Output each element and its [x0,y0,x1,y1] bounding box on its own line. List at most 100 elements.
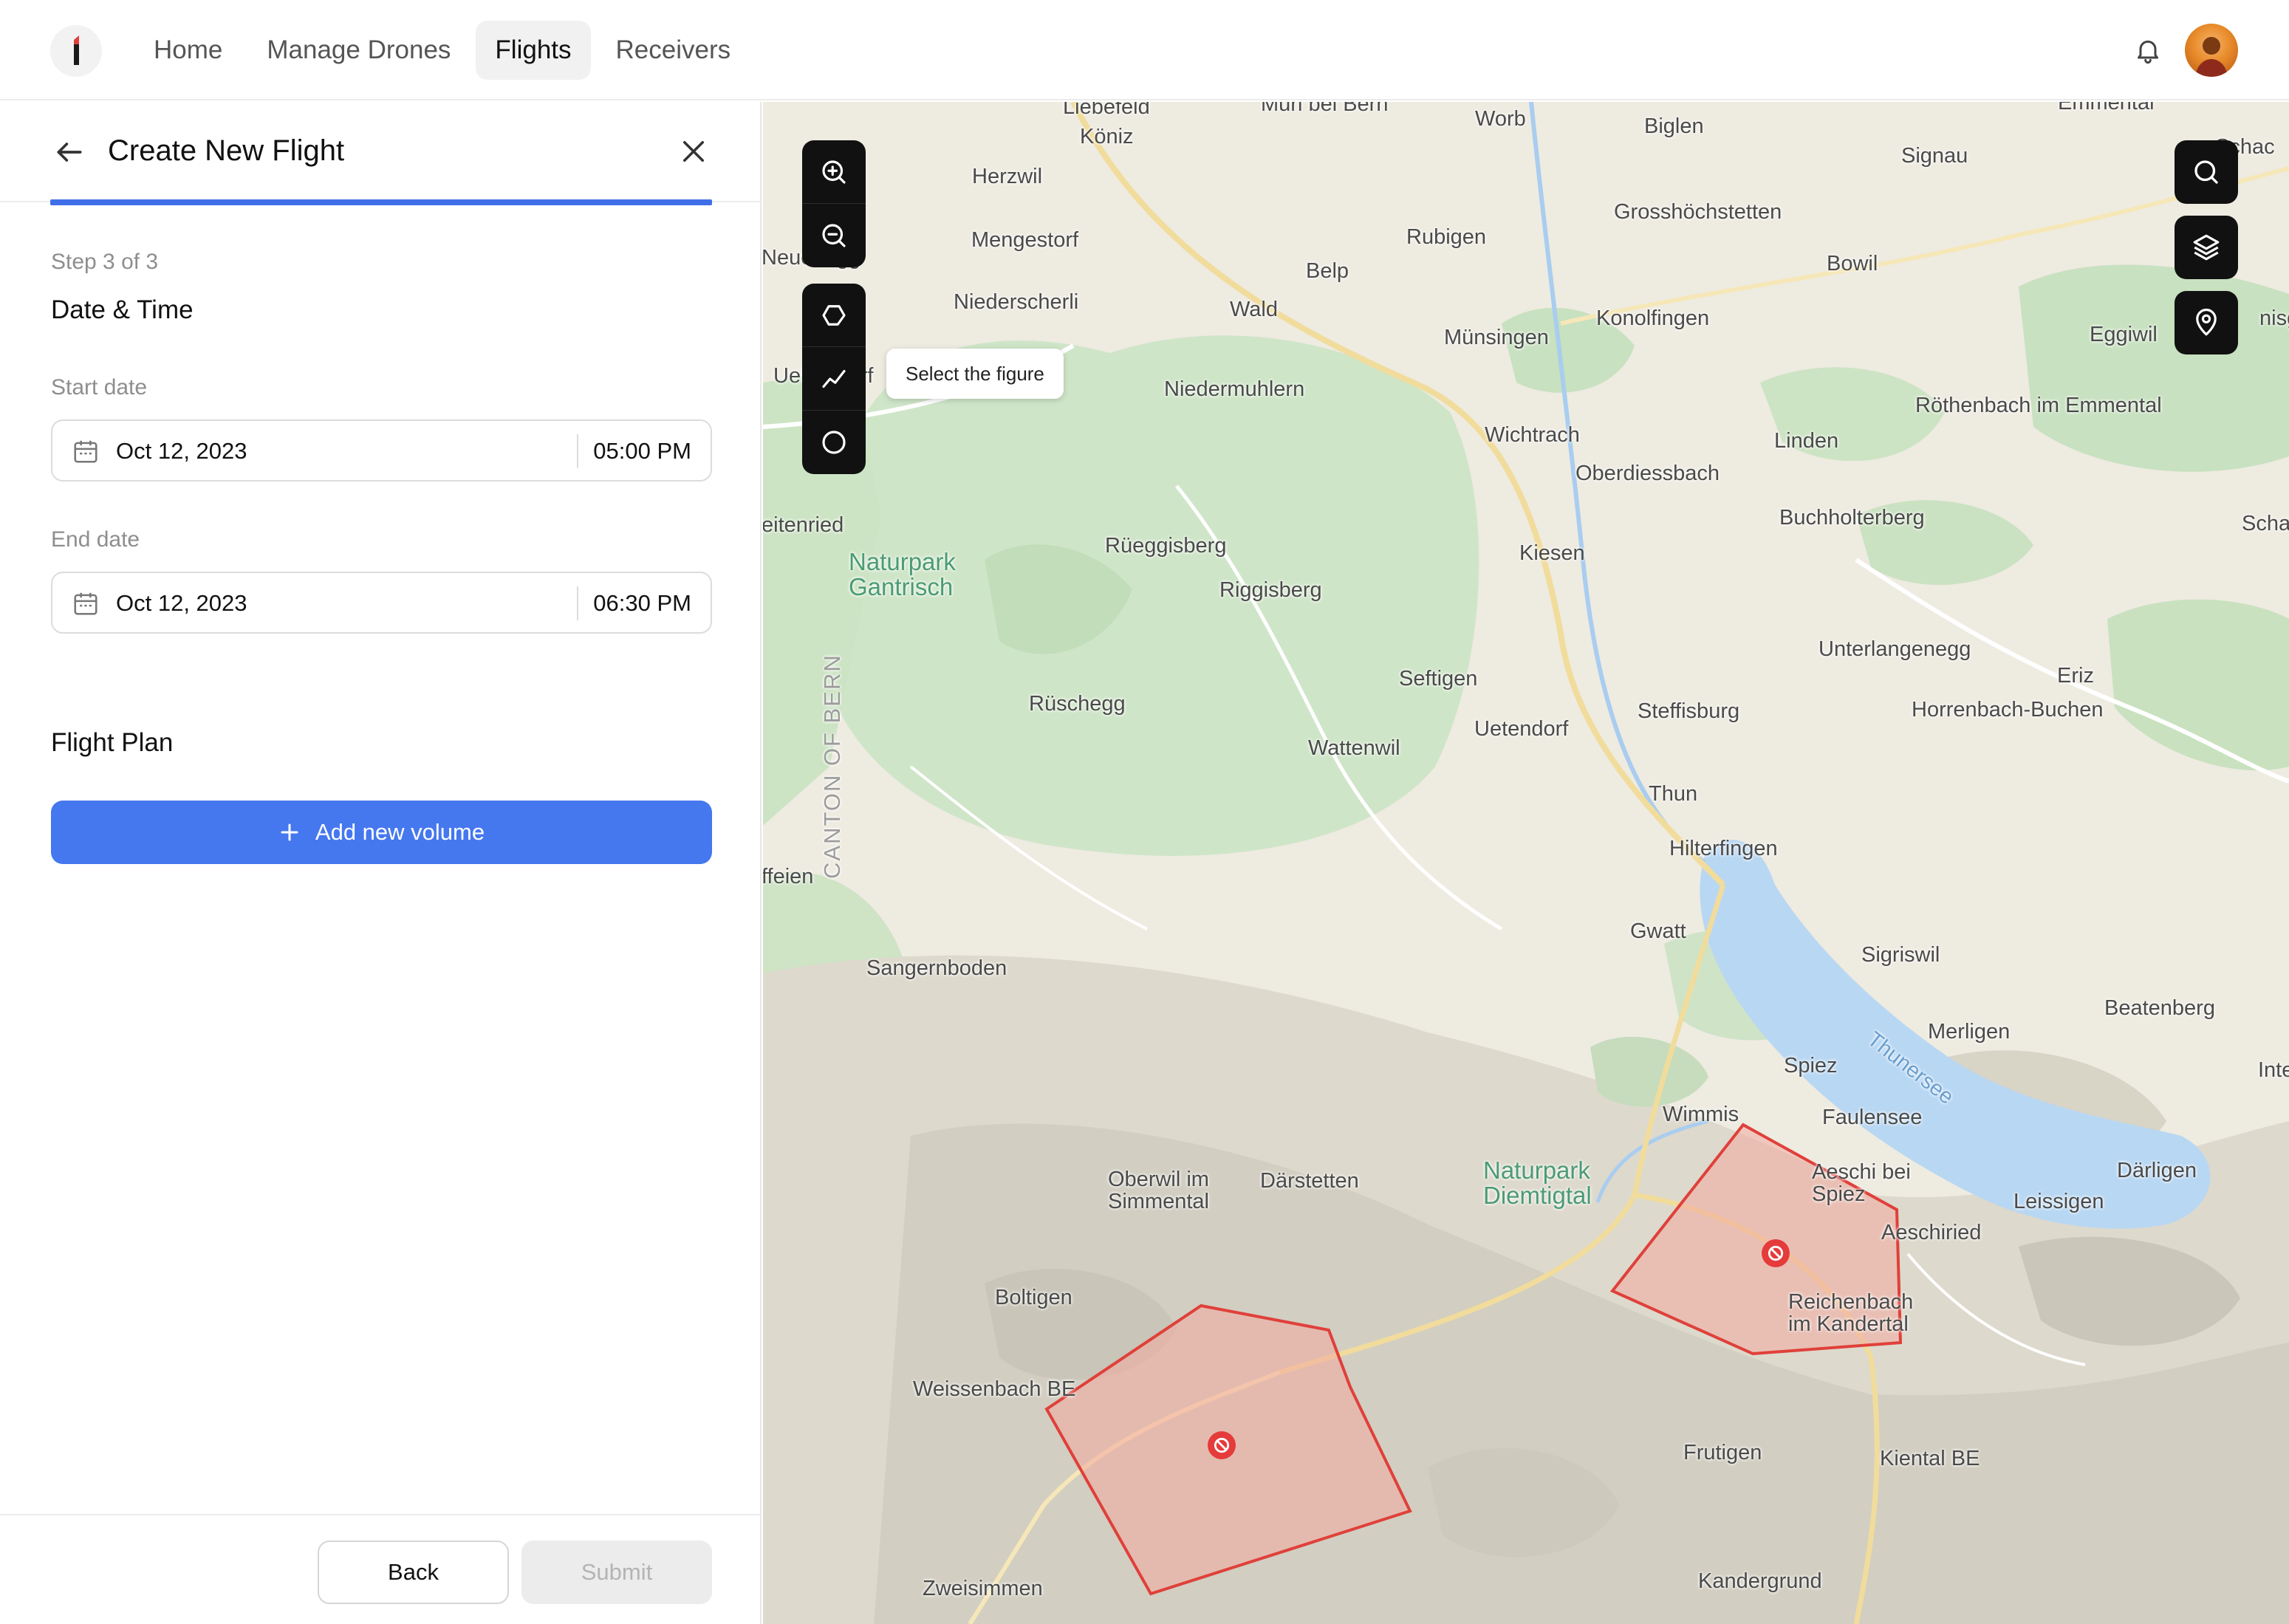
calendar-icon [72,589,100,617]
zoom-out-button[interactable] [802,204,866,267]
map-label: Buchholterberg [1779,506,1925,530]
location-pin-icon [2196,308,2217,336]
map-label: Oberwil im Simmental [1108,1168,1209,1213]
no-fly-icon[interactable] [1208,1431,1236,1459]
map-label: Frutigen [1683,1441,1762,1464]
draw-polygon-button[interactable] [802,284,866,347]
section-title: Date & Time [51,295,194,324]
calendar-icon [72,437,100,465]
map-label: Mengestorf [971,228,1079,252]
map-label: Horrenbach-Buchen [1912,698,2104,722]
polygon-icon [822,304,846,326]
zoom-out-icon [822,224,846,247]
bell-icon[interactable] [2133,35,2163,65]
add-volume-label: Add new volume [315,819,485,845]
main-nav: Home Manage Drones Flights Receivers [134,21,750,80]
map-label: Kiesen [1519,541,1585,565]
map-label: Uetendorf [1474,717,1569,741]
map-label: Kiental BE [1880,1447,1980,1470]
map-label: Biglen [1644,114,1704,138]
step-indicator: Step 3 of 3 [51,250,159,274]
park-label: Naturpark Diemtigtal [1483,1157,1592,1209]
top-navbar: Home Manage Drones Flights Receivers [0,0,2289,100]
map-label: Niedermuhlern [1164,377,1305,401]
map-label: Grosshöchstetten [1614,200,1782,224]
map-label: Spiez [1784,1054,1838,1077]
map-label: Aeschiried [1881,1221,1982,1244]
map-search-button[interactable] [2175,140,2238,204]
layers-icon [2193,234,2220,261]
divider [577,434,578,468]
draw-polyline-button[interactable] [802,347,866,411]
map-location-button[interactable] [2175,291,2238,354]
map-label: Herzwil [972,165,1043,188]
back-arrow-icon[interactable] [53,136,86,168]
map-label: Inte [2258,1058,2289,1082]
map-layers-button[interactable] [2175,216,2238,279]
map-label: Kandergrund [1698,1569,1822,1593]
panel-footer: Back Submit [0,1514,762,1624]
map-label: Merligen [1928,1020,2011,1044]
zoom-controls [802,140,866,267]
end-date-field[interactable]: Oct 12, 2023 06:30 PM [51,572,712,634]
nav-flights[interactable]: Flights [476,21,591,80]
draw-circle-button[interactable] [802,411,866,474]
map-label: Wattenwil [1308,736,1400,760]
map-view[interactable]: Liebefeld Muri bei Bern Worb Biglen Emme… [763,102,2289,1624]
map-label: Boltigen [995,1286,1072,1309]
back-button[interactable]: Back [318,1541,509,1604]
map-label: Rubigen [1406,225,1487,249]
panel-header: Create New Flight [0,102,762,202]
plus-icon [278,821,301,843]
map-label: Muri bei Bern [1261,102,1389,116]
map-label: Belp [1306,259,1349,283]
map-label: Linden [1774,429,1839,453]
map-label: Münsingen [1444,326,1549,349]
end-date-label: End date [51,527,140,552]
map-label: Rüeggisberg [1105,534,1227,558]
map-label: Eriz [2057,664,2094,688]
map-label: Signau [1901,144,1968,168]
map-label: Wald [1230,298,1278,321]
map-label: Röthenbach im Emmental [1915,394,2162,417]
progress-bar [50,199,712,205]
end-time-value[interactable]: 06:30 PM [593,590,691,617]
map-label: Niederscherli [954,290,1079,314]
logo-icon[interactable] [50,25,102,77]
divider [577,586,578,620]
draw-tools [802,284,866,474]
no-fly-icon[interactable] [1762,1239,1790,1267]
map-label: Faulensee [1822,1106,1923,1129]
map-label: Leissigen [2013,1190,2104,1213]
nav-home[interactable]: Home [134,21,242,80]
map-label: Unterlangenegg [1818,637,1971,661]
submit-button[interactable]: Submit [521,1541,712,1604]
start-time-value[interactable]: 05:00 PM [593,438,691,465]
map-label: Worb [1475,107,1526,131]
map-label: Zweisimmen [923,1577,1043,1600]
end-date-value: Oct 12, 2023 [116,590,247,616]
add-volume-button[interactable]: Add new volume [51,801,712,864]
map-label: Sangernboden [866,956,1007,980]
start-date-value: Oct 12, 2023 [116,438,247,464]
map-label: ffeien [763,865,814,888]
nav-receivers[interactable]: Receivers [597,21,750,80]
map-label: Emmental [2058,102,2155,114]
map-label: Liebefeld [1063,102,1150,119]
avatar[interactable] [2185,24,2238,77]
map-label: Beatenberg [2104,996,2215,1020]
map-label: Oberdiessbach [1575,462,1720,485]
map-label: Köniz [1080,125,1134,148]
nav-manage-drones[interactable]: Manage Drones [247,21,470,80]
map-label: Hilterfingen [1669,837,1778,860]
zoom-in-button[interactable] [802,140,866,204]
map-label: nisgu [2259,306,2289,330]
map-label: eitenried [763,513,844,537]
map-label: Weissenbach BE [913,1377,1076,1401]
start-date-field[interactable]: Oct 12, 2023 05:00 PM [51,419,712,482]
map-label: Wimmis [1663,1103,1739,1126]
map-label: Konolfingen [1596,306,1710,330]
map-label: Thun [1649,782,1698,806]
map-label: Riggisberg [1219,578,1322,602]
close-icon[interactable] [678,136,709,167]
